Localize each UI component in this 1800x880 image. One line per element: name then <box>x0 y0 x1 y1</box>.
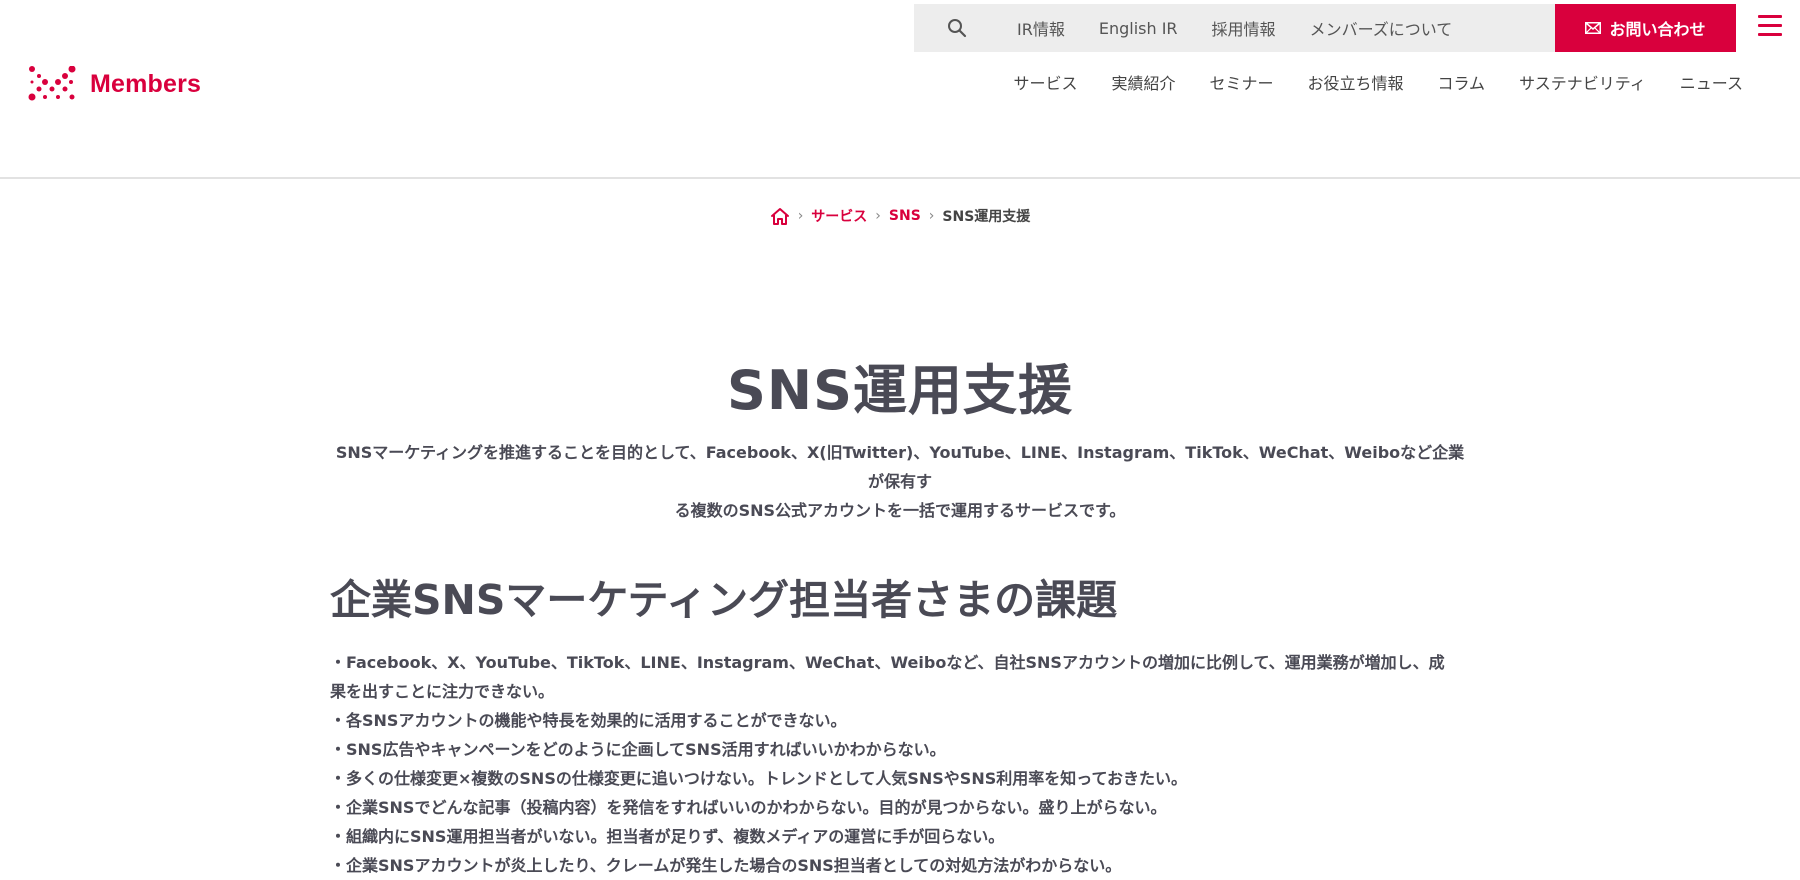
list-item: ・組織内にSNS運用担当者がいない。担当者が足りず、複数メディアの運営に手が回ら… <box>330 827 1005 846</box>
logo-text: Members <box>90 69 202 98</box>
chevron-right-icon: › <box>928 208 935 224</box>
list-item: ・各SNSアカウントの機能や特長を効果的に活用することができない。 <box>330 711 847 730</box>
utility-link-recruit[interactable]: 採用情報 <box>1195 16 1293 40</box>
breadcrumb: › サービス › SNS › SNS運用支援 <box>0 206 1800 226</box>
list-item: ・企業SNSでどんな記事（投稿内容）を発信をすればいいのかわからない。目的が見つ… <box>330 798 1167 817</box>
chevron-right-icon: › <box>797 208 804 224</box>
search-button[interactable] <box>914 18 1000 38</box>
contact-button[interactable]: お問い合わせ <box>1555 4 1736 52</box>
list-item: ・Facebook、X、YouTube、TikTok、LINE、Instagra… <box>330 653 1445 701</box>
utility-nav: IR情報 English IR 採用情報 メンバーズについて <box>914 4 1560 52</box>
lead-text: SNSマーケティングを推進することを目的として、Facebook、X(旧Twit… <box>330 438 1470 525</box>
utility-link-english-ir[interactable]: English IR <box>1082 19 1195 38</box>
logo-dots-icon <box>28 66 76 101</box>
search-icon <box>948 19 967 38</box>
nav-item-works[interactable]: 実績紹介 <box>1094 70 1192 94</box>
contact-label: お問い合わせ <box>1609 20 1706 39</box>
breadcrumb-services[interactable]: サービス <box>811 206 867 226</box>
list-item: ・企業SNSアカウントが炎上したり、クレームが発生した場合のSNS担当者としての… <box>330 856 1122 875</box>
section-heading: 企業SNSマーケティング担当者さまの課題 <box>330 576 1118 624</box>
breadcrumb-current: SNS運用支援 <box>942 209 1031 225</box>
logo[interactable]: Members <box>28 66 201 102</box>
issues-list: ・Facebook、X、YouTube、TikTok、LINE、Instagra… <box>330 648 1460 880</box>
nav-item-sustainability[interactable]: サステナビリティ <box>1502 70 1663 94</box>
lead-line-2: る複数のSNS公式アカウントを一括で運用するサービスです。 <box>674 501 1126 520</box>
site-header: Members IR情報 English IR 採用情報 メンバーズについて お… <box>0 0 1800 179</box>
home-icon[interactable] <box>770 207 790 226</box>
utility-link-ir[interactable]: IR情報 <box>1000 16 1082 40</box>
breadcrumb-sns[interactable]: SNS <box>889 208 921 224</box>
chevron-right-icon: › <box>875 208 881 224</box>
utility-link-about[interactable]: メンバーズについて <box>1293 16 1470 40</box>
lead-line-1: SNSマーケティングを推進することを目的として、Facebook、X(旧Twit… <box>335 443 1465 491</box>
nav-item-resources[interactable]: お役立ち情報 <box>1291 70 1421 94</box>
hamburger-menu-icon[interactable] <box>1758 15 1782 37</box>
nav-item-seminar[interactable]: セミナー <box>1193 70 1291 94</box>
page-title: SNS運用支援 <box>727 359 1073 422</box>
global-nav: サービス 実績紹介 セミナー お役立ち情報 コラム サステナビリティ ニュース <box>996 70 1760 94</box>
nav-item-news[interactable]: ニュース <box>1663 70 1760 94</box>
nav-item-services[interactable]: サービス <box>996 70 1094 94</box>
nav-item-column[interactable]: コラム <box>1421 70 1503 94</box>
list-item: ・多くの仕様変更×複数のSNSの仕様変更に追いつけない。トレンドとして人気SNS… <box>330 769 1187 788</box>
mail-icon <box>1585 22 1602 34</box>
list-item: ・SNS広告やキャンペーンをどのように企画してSNS活用すればいいかわからない。 <box>330 740 946 759</box>
